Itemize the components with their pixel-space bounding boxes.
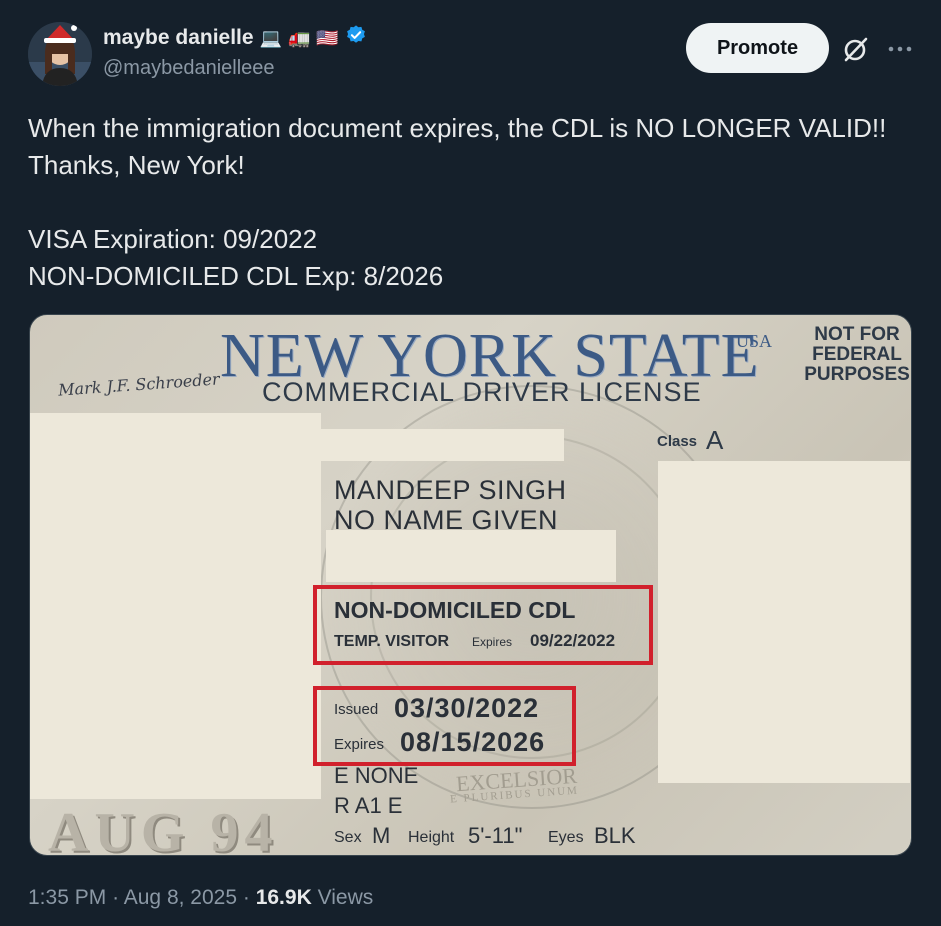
tweet-meta: 1:35 PM · Aug 8, 2025 · 16.9K Views	[28, 886, 373, 910]
eyes-value: BLK	[594, 823, 636, 848]
tweet-line: Thanks, New York!	[28, 150, 245, 180]
issued-value: 03/30/2022	[394, 693, 540, 723]
sex-label: Sex	[334, 829, 362, 846]
grok-icon[interactable]	[842, 35, 870, 63]
expires-value: 08/15/2026	[400, 727, 546, 757]
author-display-name[interactable]: maybe danielle	[103, 26, 254, 50]
promote-button[interactable]: Promote	[686, 23, 829, 73]
class-value: A	[706, 425, 724, 455]
issued-label: Issued	[334, 701, 379, 718]
redaction-photo	[30, 413, 321, 799]
license-name-line1: MANDEEP SINGH	[334, 475, 567, 505]
endorsement-field: E NONE	[334, 763, 419, 788]
tweet-date[interactable]: Aug 8, 2025	[124, 886, 237, 909]
license-usa-label: USA	[736, 331, 773, 351]
views-count[interactable]: 16.9K	[256, 886, 312, 909]
more-icon[interactable]	[886, 37, 914, 61]
eyes-label: Eyes	[548, 829, 584, 846]
ghost-birth-date: AUG 94	[48, 802, 279, 856]
laptop-emoji: 💻	[259, 28, 282, 48]
tweet-line: NON-DOMICILED CDL Exp: 8/2026	[28, 261, 444, 291]
separator: ·	[112, 886, 120, 909]
tweet-text: When the immigration document expires, t…	[28, 110, 923, 295]
redaction-id-number	[321, 429, 564, 461]
tweet-time[interactable]: 1:35 PM	[28, 886, 106, 909]
views-label: Views	[317, 886, 374, 909]
us-flag-emoji: 🇺🇸	[316, 28, 339, 48]
height-label: Height	[408, 829, 455, 846]
class-label: Class	[657, 433, 698, 450]
restriction-field: R A1 E	[334, 793, 403, 818]
tweet-line: When the immigration document expires, t…	[28, 113, 887, 143]
tweet-line: VISA Expiration: 09/2022	[28, 224, 318, 254]
redaction-address	[326, 530, 616, 582]
verified-badge-icon[interactable]	[345, 24, 367, 52]
author-avatar[interactable]	[28, 22, 92, 86]
expires-label: Expires	[334, 736, 385, 753]
height-value: 5'-11"	[468, 823, 523, 848]
truck-emoji: 🚛	[288, 28, 311, 48]
sex-value: M	[372, 823, 391, 848]
author-name-row[interactable]: maybe danielle 💻 🚛 🇺🇸	[103, 24, 367, 52]
non-domiciled-label: NON-DOMICILED CDL	[334, 597, 576, 623]
not-for-federal-label: NOT FOR FEDERAL PURPOSES	[804, 324, 910, 385]
temp-visitor-label: TEMP. VISITOR	[334, 633, 449, 650]
temp-expires-label: Expires	[472, 635, 513, 649]
separator: ·	[242, 886, 250, 909]
commissioner-signature: Mark J.F. Schroeder	[57, 369, 221, 400]
license-name-line2: NO NAME GIVEN	[334, 505, 559, 535]
license-photo[interactable]: NEW YORK STATE USA NOT FOR FEDERAL PURPO…	[29, 314, 912, 856]
license-type-label: COMMERCIAL DRIVER LICENSE	[262, 377, 702, 407]
author-handle[interactable]: @maybedanielleee	[103, 57, 275, 80]
temp-expires-value: 09/22/2022	[530, 631, 616, 650]
redaction-ghost-photo	[658, 461, 910, 783]
